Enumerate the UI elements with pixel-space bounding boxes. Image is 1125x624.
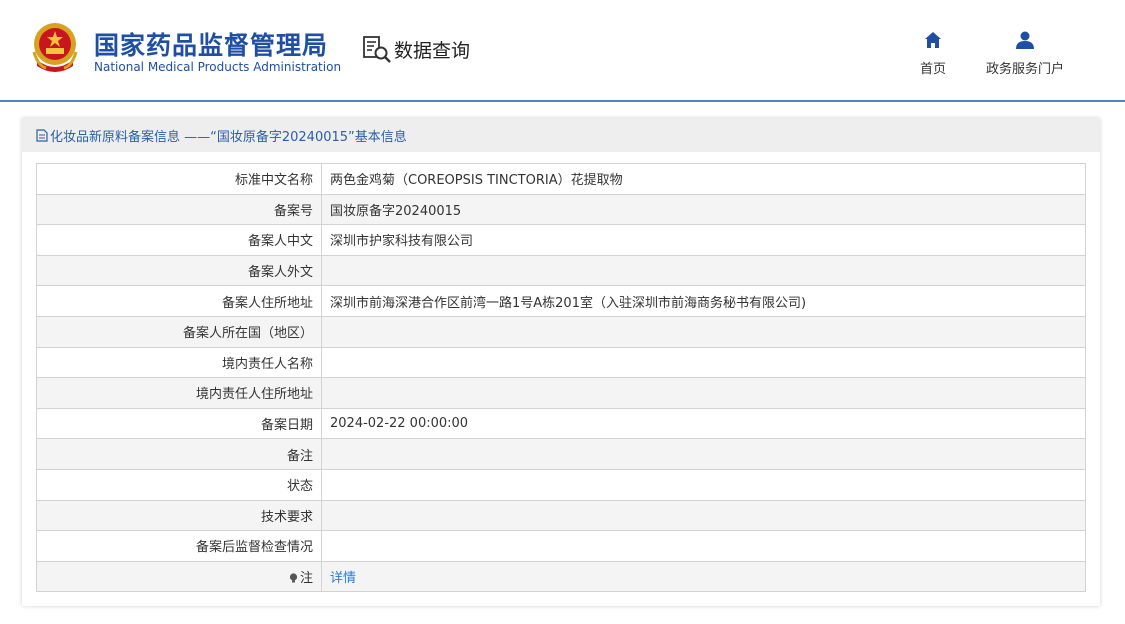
note-value-cell: 详情 — [321, 560, 1086, 593]
table-row: 标准中文名称 两色金鸡菊（COREOPSIS TINCTORIA）花提取物 — [36, 163, 1086, 195]
row-value: 国妆原备字20240015 — [321, 193, 1086, 226]
org-name-en: National Medical Products Administration — [94, 60, 342, 74]
row-label: 备案后监督检查情况 — [36, 530, 322, 562]
document-search-icon — [363, 36, 391, 63]
table-row: 状态 — [36, 468, 1086, 501]
row-value — [321, 438, 1086, 470]
row-value — [321, 530, 1086, 562]
row-value — [321, 377, 1086, 409]
row-label: 境内责任人住所地址 — [36, 377, 322, 409]
table-row: 境内责任人名称 — [36, 346, 1086, 379]
document-icon — [36, 128, 48, 142]
details-link[interactable]: 详情 — [330, 571, 356, 586]
row-label: 备案人住所地址 — [36, 285, 322, 317]
row-value: 2024-02-22 00:00:00 — [321, 407, 1086, 440]
row-value — [321, 468, 1086, 501]
table-row: 备案人所在国（地区） — [36, 315, 1086, 348]
row-label: 备案人所在国（地区） — [36, 315, 322, 348]
row-value: 深圳市前海深港合作区前湾一路1号A栋201室（入驻深圳市前海商务秘书有限公司) — [321, 285, 1086, 317]
national-emblem-icon — [32, 23, 78, 72]
data-query-title: 数据查询 — [362, 34, 470, 64]
row-label: 状态 — [36, 468, 322, 501]
row-label: 备案号 — [36, 193, 322, 226]
row-label: 标准中文名称 — [36, 163, 322, 195]
table-row: 备案人外文 — [36, 254, 1086, 287]
note-label-cell: 注 — [36, 560, 322, 593]
panel-title: 化妆品新原料备案信息 ——“国妆原备字20240015”基本信息 — [22, 118, 1100, 152]
note-label: 注 — [299, 571, 313, 587]
note-row: 注 详情 — [36, 560, 1086, 593]
row-value — [321, 499, 1086, 532]
row-label: 备注 — [36, 438, 322, 470]
org-name-cn: 国家药品监督管理局 — [94, 31, 329, 60]
row-label: 境内责任人名称 — [36, 346, 322, 379]
site-header: 国家药品监督管理局 National Medical Products Admi… — [0, 0, 1125, 100]
table-row: 备案人中文 深圳市护家科技有限公司 — [36, 224, 1086, 256]
lightbulb-icon — [289, 573, 298, 583]
row-label: 备案人外文 — [36, 254, 322, 287]
table-row: 备案号 国妆原备字20240015 — [36, 193, 1086, 226]
table-row: 备案人住所地址 深圳市前海深港合作区前湾一路1号A栋201室（入驻深圳市前海商务… — [36, 285, 1086, 317]
row-label: 技术要求 — [36, 499, 322, 532]
row-value — [321, 346, 1086, 379]
row-value — [321, 315, 1086, 348]
row-value: 两色金鸡菊（COREOPSIS TINCTORIA）花提取物 — [321, 163, 1086, 195]
nav-home[interactable]: 首页 — [920, 30, 946, 77]
nav-home-label: 首页 — [920, 62, 947, 77]
header-divider — [0, 100, 1125, 102]
nav-gov-service-portal[interactable]: 政务服务门户 — [986, 30, 1064, 77]
table-row: 技术要求 — [36, 499, 1086, 532]
row-value: 深圳市护家科技有限公司 — [321, 224, 1086, 256]
data-query-label: 数据查询 — [394, 39, 471, 62]
user-icon — [1016, 31, 1034, 49]
table-row: 备案后监督检查情况 — [36, 530, 1086, 562]
table-row: 境内责任人住所地址 — [36, 377, 1086, 409]
home-icon — [925, 32, 941, 48]
nav-gov-label: 政务服务门户 — [986, 62, 1065, 77]
table-row: 备注 — [36, 438, 1086, 470]
panel-title-text: 化妆品新原料备案信息 ——“国妆原备字20240015”基本信息 — [50, 129, 407, 145]
row-label: 备案日期 — [36, 407, 322, 440]
row-label: 备案人中文 — [36, 224, 322, 256]
basic-info-panel: 化妆品新原料备案信息 ——“国妆原备字20240015”基本信息 标准中文名称 … — [22, 118, 1100, 606]
row-value — [321, 254, 1086, 287]
info-table: 标准中文名称 两色金鸡菊（COREOPSIS TINCTORIA）花提取物 备案… — [36, 163, 1086, 593]
table-row: 备案日期 2024-02-22 00:00:00 — [36, 407, 1086, 440]
